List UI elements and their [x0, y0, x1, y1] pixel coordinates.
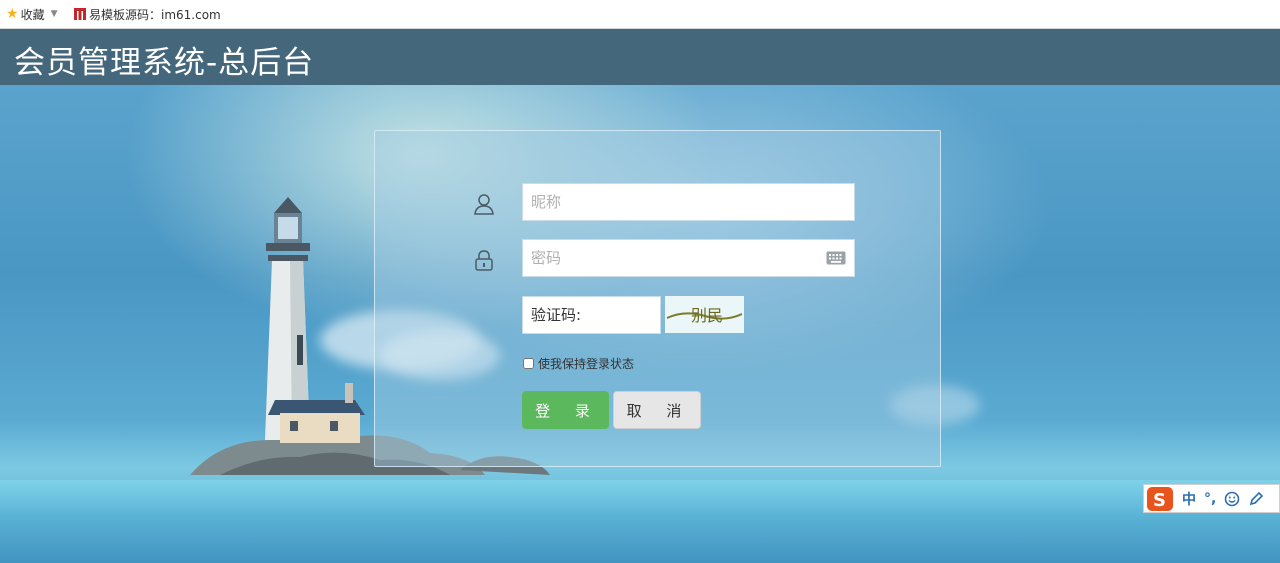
password-input[interactable] [522, 239, 855, 277]
star-icon: ★ [6, 6, 19, 22]
sogou-logo-icon[interactable]: S [1146, 486, 1174, 512]
cancel-button[interactable]: 取 消 [613, 391, 701, 429]
bookmark-bar: ★ 收藏 ▼ 易模板源码：im61.com [0, 0, 1280, 29]
remember-label: 使我保持登录状态 [538, 357, 635, 371]
captcha-input[interactable]: 验证码: [522, 296, 661, 334]
remember-me[interactable]: 使我保持登录状态 [523, 355, 634, 372]
svg-text:S: S [1153, 490, 1166, 511]
favorites-menu[interactable]: ★ 收藏 ▼ [6, 6, 58, 22]
emoji-icon[interactable] [1224, 491, 1240, 507]
bookmark-site[interactable]: 易模板源码：im61.com [73, 6, 221, 22]
lock-icon [475, 250, 493, 271]
username-input[interactable] [522, 183, 855, 221]
login-button[interactable]: 登 录 [522, 391, 609, 429]
ime-toolbar: S 中 °, [1143, 484, 1280, 513]
keyboard-icon[interactable] [826, 251, 846, 265]
sea [0, 480, 1280, 563]
chevron-down-icon: ▼ [50, 9, 58, 19]
login-panel: 验证码: 别民 使我保持登录状态 登 录 取 消 [374, 130, 941, 467]
pen-icon[interactable] [1248, 491, 1264, 507]
ime-punctuation[interactable]: °, [1204, 491, 1216, 507]
captcha-text: 别民 [691, 306, 723, 325]
captcha-image[interactable]: 别民 [665, 296, 744, 333]
favorites-label: 收藏 [20, 7, 45, 22]
header-bar: 会员管理系统-总后台 [0, 29, 1280, 85]
remember-checkbox[interactable] [523, 358, 534, 369]
page-title: 会员管理系统-总后台 [14, 45, 315, 81]
captcha-label: 验证码: [531, 306, 582, 324]
user-icon [474, 194, 494, 215]
site-logo-icon [74, 8, 86, 20]
captcha-drawing: 别民 [666, 306, 743, 325]
bookmark-site-label: 易模板源码：im61.com [89, 7, 221, 22]
ime-language[interactable]: 中 [1182, 489, 1196, 509]
